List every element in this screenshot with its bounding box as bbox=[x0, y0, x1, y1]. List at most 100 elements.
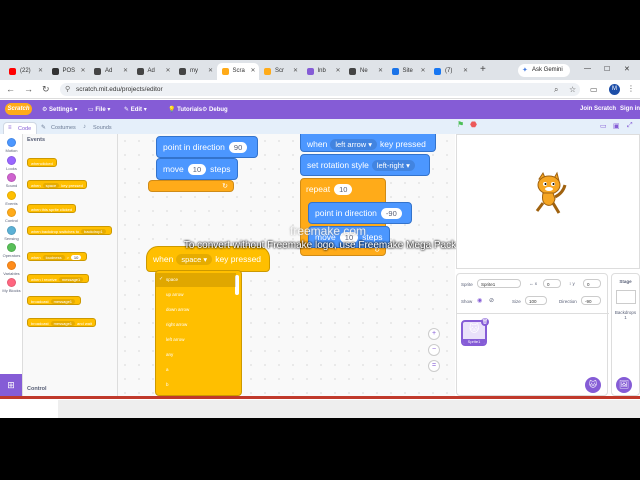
point-in-direction-block-2[interactable]: point in direction -90 bbox=[308, 202, 412, 224]
browser-tab[interactable]: Scra ✕ bbox=[216, 63, 259, 80]
tab-close-icon[interactable]: ✕ bbox=[335, 67, 340, 74]
block-number-input[interactable]: 10 bbox=[70, 255, 82, 260]
palette-event-block[interactable]: whenclicked bbox=[27, 158, 57, 167]
direction-input[interactable]: -90 bbox=[380, 208, 402, 219]
tab-close-icon[interactable]: ✕ bbox=[123, 67, 128, 74]
tab-close-icon[interactable]: ✕ bbox=[165, 67, 170, 74]
size-input[interactable]: 100 bbox=[525, 296, 547, 305]
bookmark-star-icon[interactable]: ☆ bbox=[569, 85, 576, 94]
palette-event-block[interactable]: when backdrop switches to backdrop1 bbox=[27, 226, 112, 235]
repeat-input[interactable]: 10 bbox=[334, 184, 353, 195]
cat-sprite-icon[interactable] bbox=[529, 171, 569, 221]
normal-stage-icon[interactable]: ▣ bbox=[613, 122, 620, 130]
hide-icon[interactable]: ⊘ bbox=[489, 297, 494, 304]
maximize-icon[interactable]: ☐ bbox=[604, 65, 610, 73]
back-icon[interactable]: ← bbox=[6, 84, 15, 94]
category-variables[interactable]: Variables bbox=[0, 260, 23, 276]
minimize-icon[interactable]: — bbox=[584, 65, 591, 72]
new-tab-button[interactable]: + bbox=[480, 64, 486, 75]
browser-tab[interactable]: Inb ✕ bbox=[302, 63, 344, 80]
category-my-blocks[interactable]: My Blocks bbox=[0, 278, 23, 293]
dropdown-option[interactable]: right arrow bbox=[156, 318, 236, 332]
category-motion[interactable]: Motion bbox=[0, 138, 23, 153]
fullscreen-icon[interactable]: ⤢ bbox=[627, 122, 633, 130]
browser-tab[interactable]: POS ✕ bbox=[47, 63, 89, 80]
block-dropdown[interactable]: loudness bbox=[42, 255, 65, 260]
close-window-icon[interactable]: ✕ bbox=[624, 65, 630, 73]
dropdown-option[interactable]: ✓ space bbox=[156, 273, 236, 287]
tab-close-icon[interactable]: ✕ bbox=[420, 67, 425, 74]
dropdown-option[interactable]: b bbox=[156, 378, 236, 392]
sprite-name-input[interactable]: Sprite1 bbox=[477, 279, 521, 288]
palette-event-block[interactable]: broadcast message1 bbox=[27, 296, 82, 305]
key-dropdown-menu[interactable]: ✓ space up arrow down arrow right arrow left … bbox=[155, 270, 242, 396]
tab-close-icon[interactable]: ✕ bbox=[463, 67, 468, 74]
script-area[interactable]: point in direction 90 move 10 steps ↻ when l… bbox=[118, 134, 455, 396]
palette-event-block[interactable]: when loudness >10 bbox=[27, 252, 88, 261]
browser-tab[interactable]: my ✕ bbox=[174, 63, 216, 80]
browser-tab[interactable]: (7) ✕ bbox=[429, 63, 471, 80]
reload-icon[interactable]: ↻ bbox=[42, 84, 50, 95]
block-dropdown[interactable]: space bbox=[42, 183, 60, 188]
c-block-bottom[interactable]: ↻ bbox=[148, 180, 234, 192]
category-control[interactable]: Control bbox=[0, 208, 23, 223]
join-scratch-link[interactable]: Join Scratch bbox=[580, 106, 616, 112]
tab-close-icon[interactable]: ✕ bbox=[293, 67, 298, 74]
debug-menu[interactable]: ⚙ Debug bbox=[202, 106, 228, 113]
zoom-reset-button[interactable]: = bbox=[428, 360, 440, 372]
browser-tab[interactable]: Scr ✕ bbox=[259, 63, 301, 80]
ask-gemini-button[interactable]: ✦ Ask Gemini bbox=[518, 64, 570, 77]
tutorials-menu[interactable]: 💡 Tutorials bbox=[168, 106, 202, 113]
add-extension-button[interactable]: ⊞ bbox=[0, 374, 22, 396]
when-space-key-pressed-block[interactable]: when space ▾ key pressed bbox=[146, 246, 270, 272]
tab-close-icon[interactable]: ✕ bbox=[378, 67, 383, 74]
category-looks[interactable]: Looks bbox=[0, 155, 23, 171]
steps-input[interactable]: 10 bbox=[339, 232, 359, 243]
stage[interactable] bbox=[456, 134, 640, 269]
search-icon[interactable]: ⌕ bbox=[554, 85, 558, 95]
dropdown-option[interactable]: any bbox=[156, 348, 236, 362]
url-input[interactable]: ⚲ scratch.mit.edu/projects/editor bbox=[60, 83, 580, 96]
sprite-thumbnail[interactable]: 🐱 Sprite1 🗑 bbox=[461, 318, 489, 346]
when-key-pressed-block-left[interactable]: when left arrow ▾ key pressed bbox=[300, 134, 436, 152]
move-steps-block-2[interactable]: move 10 steps bbox=[308, 226, 390, 248]
tab-close-icon[interactable]: ✕ bbox=[38, 67, 43, 74]
choose-sprite-button[interactable]: 🐱 bbox=[585, 377, 601, 393]
zoom-in-button[interactable]: + bbox=[428, 328, 440, 340]
browser-tab[interactable]: Site ✕ bbox=[387, 63, 429, 80]
zoom-out-button[interactable]: − bbox=[428, 344, 440, 356]
browser-tab[interactable]: (22) ✕ bbox=[4, 63, 46, 80]
settings-menu[interactable]: ⚙ Settings ▾ bbox=[42, 106, 77, 113]
small-stage-icon[interactable]: ▭ bbox=[600, 122, 607, 130]
direction-input[interactable]: 90 bbox=[228, 142, 248, 153]
edit-menu[interactable]: ✎ Edit ▾ bbox=[124, 106, 147, 113]
green-flag-icon[interactable]: ⚑ bbox=[457, 120, 464, 129]
delete-sprite-icon[interactable]: 🗑 bbox=[481, 318, 489, 326]
browser-tab[interactable]: Ne ✕ bbox=[344, 63, 386, 80]
point-in-direction-block[interactable]: point in direction 90 bbox=[156, 136, 258, 158]
y-input[interactable]: 0 bbox=[583, 279, 601, 288]
category-operators[interactable]: Operators bbox=[0, 243, 23, 258]
choose-backdrop-button[interactable]: 🖼 bbox=[616, 377, 632, 393]
backdrop-thumbnail[interactable] bbox=[615, 290, 636, 304]
block-dropdown[interactable]: message1 bbox=[50, 299, 76, 304]
x-input[interactable]: 0 bbox=[543, 279, 561, 288]
direction-input[interactable]: -90 bbox=[581, 296, 601, 305]
tab-code[interactable]: ≡ Code bbox=[3, 122, 37, 134]
tab-close-icon[interactable]: ✕ bbox=[250, 67, 255, 74]
palette-event-block[interactable]: when this sprite clicked bbox=[27, 204, 77, 213]
extensions-icon[interactable]: ▭ bbox=[590, 85, 598, 94]
dropdown-option[interactable]: left arrow bbox=[156, 333, 236, 347]
dropdown-option[interactable]: down arrow bbox=[156, 303, 236, 317]
move-steps-block[interactable]: move 10 steps bbox=[156, 158, 238, 180]
category-sound[interactable]: Sound bbox=[0, 173, 23, 188]
browser-tab[interactable]: Ad ✕ bbox=[89, 63, 131, 80]
block-dropdown[interactable]: message1 bbox=[50, 321, 76, 326]
steps-input[interactable]: 10 bbox=[187, 164, 207, 175]
category-events[interactable]: Events bbox=[0, 190, 23, 206]
palette-event-block[interactable]: broadcast message1 and wait bbox=[27, 318, 96, 327]
tab-costumes[interactable]: ✎ Costumes bbox=[37, 122, 77, 134]
key-dropdown[interactable]: space ▾ bbox=[176, 254, 213, 265]
block-dropdown[interactable]: backdrop1 bbox=[81, 229, 106, 234]
dropdown-option[interactable]: up arrow bbox=[156, 288, 236, 302]
